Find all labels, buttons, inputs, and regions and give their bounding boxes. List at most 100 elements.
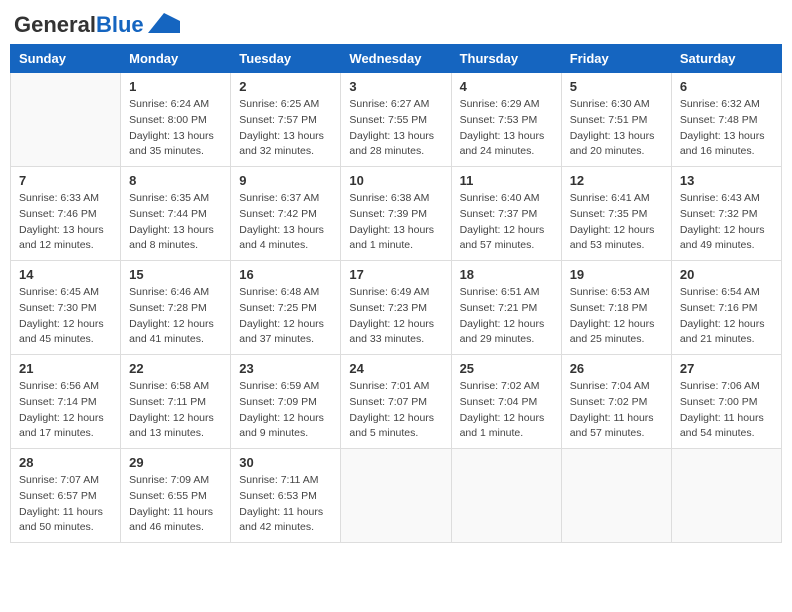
day-cell: 29Sunrise: 7:09 AMSunset: 6:55 PMDayligh… <box>121 449 231 543</box>
day-number: 14 <box>19 267 112 282</box>
day-info: Sunrise: 7:11 AMSunset: 6:53 PMDaylight:… <box>239 473 332 536</box>
day-info: Sunrise: 6:24 AMSunset: 8:00 PMDaylight:… <box>129 97 222 160</box>
day-info: Sunrise: 6:32 AMSunset: 7:48 PMDaylight:… <box>680 97 773 160</box>
week-row-3: 14 Sunrise: 6:45 AMSunset: 7:30 PMDayligh… <box>11 261 782 355</box>
day-cell: 16 Sunrise: 6:48 AMSunset: 7:25 PMDayligh… <box>231 261 341 355</box>
logo-icon <box>148 13 180 33</box>
day-number: 7 <box>19 173 112 188</box>
weekday-header-sunday: Sunday <box>11 45 121 73</box>
weekday-header-saturday: Saturday <box>671 45 781 73</box>
day-cell: 11 Sunrise: 6:40 AMSunset: 7:37 PMDayligh… <box>451 167 561 261</box>
day-number: 2 <box>239 79 332 94</box>
day-info: Sunrise: 6:53 AMSunset: 7:18 PMDaylight:… <box>570 285 663 348</box>
day-info: Sunrise: 6:40 AMSunset: 7:37 PMDaylight:… <box>460 191 553 254</box>
day-number: 15 <box>129 267 222 282</box>
weekday-header-friday: Friday <box>561 45 671 73</box>
week-row-4: 21 Sunrise: 6:56 AMSunset: 7:14 PMDayligh… <box>11 355 782 449</box>
day-cell: 25Sunrise: 7:02 AMSunset: 7:04 PMDayligh… <box>451 355 561 449</box>
weekday-header-row: SundayMondayTuesdayWednesdayThursdayFrid… <box>11 45 782 73</box>
day-cell: 6 Sunrise: 6:32 AMSunset: 7:48 PMDaylight… <box>671 73 781 167</box>
day-info: Sunrise: 6:48 AMSunset: 7:25 PMDaylight:… <box>239 285 332 348</box>
day-number: 11 <box>460 173 553 188</box>
day-number: 23 <box>239 361 332 376</box>
day-cell: 1Sunrise: 6:24 AMSunset: 8:00 PMDaylight… <box>121 73 231 167</box>
day-number: 10 <box>349 173 442 188</box>
day-cell <box>451 449 561 543</box>
day-number: 27 <box>680 361 773 376</box>
day-cell: 17 Sunrise: 6:49 AMSunset: 7:23 PMDayligh… <box>341 261 451 355</box>
day-number: 25 <box>460 361 553 376</box>
day-info: Sunrise: 6:37 AMSunset: 7:42 PMDaylight:… <box>239 191 332 254</box>
logo-text: GeneralBlue <box>14 14 144 36</box>
day-info: Sunrise: 6:38 AMSunset: 7:39 PMDaylight:… <box>349 191 442 254</box>
day-cell: 7 Sunrise: 6:33 AMSunset: 7:46 PMDaylight… <box>11 167 121 261</box>
day-info: Sunrise: 6:29 AMSunset: 7:53 PMDaylight:… <box>460 97 553 160</box>
day-number: 21 <box>19 361 112 376</box>
day-number: 29 <box>129 455 222 470</box>
weekday-header-thursday: Thursday <box>451 45 561 73</box>
day-number: 22 <box>129 361 222 376</box>
day-info: Sunrise: 6:58 AMSunset: 7:11 PMDaylight:… <box>129 379 222 442</box>
day-cell: 13 Sunrise: 6:43 AMSunset: 7:32 PMDayligh… <box>671 167 781 261</box>
day-cell: 30 Sunrise: 7:11 AMSunset: 6:53 PMDayligh… <box>231 449 341 543</box>
day-number: 18 <box>460 267 553 282</box>
day-cell: 8 Sunrise: 6:35 AMSunset: 7:44 PMDaylight… <box>121 167 231 261</box>
day-number: 30 <box>239 455 332 470</box>
day-cell: 23Sunrise: 6:59 AMSunset: 7:09 PMDayligh… <box>231 355 341 449</box>
day-number: 13 <box>680 173 773 188</box>
week-row-2: 7 Sunrise: 6:33 AMSunset: 7:46 PMDaylight… <box>11 167 782 261</box>
day-cell: 19 Sunrise: 6:53 AMSunset: 7:18 PMDayligh… <box>561 261 671 355</box>
day-info: Sunrise: 6:35 AMSunset: 7:44 PMDaylight:… <box>129 191 222 254</box>
day-cell <box>11 73 121 167</box>
day-number: 28 <box>19 455 112 470</box>
day-number: 3 <box>349 79 442 94</box>
day-cell: 22 Sunrise: 6:58 AMSunset: 7:11 PMDayligh… <box>121 355 231 449</box>
day-number: 16 <box>239 267 332 282</box>
day-info: Sunrise: 6:54 AMSunset: 7:16 PMDaylight:… <box>680 285 773 348</box>
day-cell: 5 Sunrise: 6:30 AMSunset: 7:51 PMDaylight… <box>561 73 671 167</box>
day-cell: 24 Sunrise: 7:01 AMSunset: 7:07 PMDayligh… <box>341 355 451 449</box>
header: GeneralBlue <box>10 10 782 36</box>
day-number: 20 <box>680 267 773 282</box>
day-number: 12 <box>570 173 663 188</box>
day-cell: 14 Sunrise: 6:45 AMSunset: 7:30 PMDayligh… <box>11 261 121 355</box>
weekday-header-tuesday: Tuesday <box>231 45 341 73</box>
day-number: 19 <box>570 267 663 282</box>
weekday-header-wednesday: Wednesday <box>341 45 451 73</box>
day-number: 26 <box>570 361 663 376</box>
day-number: 5 <box>570 79 663 94</box>
day-info: Sunrise: 6:56 AMSunset: 7:14 PMDaylight:… <box>19 379 112 442</box>
week-row-1: 1Sunrise: 6:24 AMSunset: 8:00 PMDaylight… <box>11 73 782 167</box>
day-info: Sunrise: 6:51 AMSunset: 7:21 PMDaylight:… <box>460 285 553 348</box>
day-cell: 27Sunrise: 7:06 AMSunset: 7:00 PMDayligh… <box>671 355 781 449</box>
day-info: Sunrise: 6:33 AMSunset: 7:46 PMDaylight:… <box>19 191 112 254</box>
day-info: Sunrise: 6:27 AMSunset: 7:55 PMDaylight:… <box>349 97 442 160</box>
day-cell: 3 Sunrise: 6:27 AMSunset: 7:55 PMDaylight… <box>341 73 451 167</box>
calendar-table: SundayMondayTuesdayWednesdayThursdayFrid… <box>10 44 782 543</box>
day-info: Sunrise: 6:30 AMSunset: 7:51 PMDaylight:… <box>570 97 663 160</box>
weekday-header-monday: Monday <box>121 45 231 73</box>
day-info: Sunrise: 7:07 AMSunset: 6:57 PMDaylight:… <box>19 473 112 536</box>
day-info: Sunrise: 6:49 AMSunset: 7:23 PMDaylight:… <box>349 285 442 348</box>
day-cell: 4 Sunrise: 6:29 AMSunset: 7:53 PMDaylight… <box>451 73 561 167</box>
logo: GeneralBlue <box>14 14 180 36</box>
day-cell <box>341 449 451 543</box>
day-info: Sunrise: 6:45 AMSunset: 7:30 PMDaylight:… <box>19 285 112 348</box>
day-cell: 20 Sunrise: 6:54 AMSunset: 7:16 PMDayligh… <box>671 261 781 355</box>
day-info: Sunrise: 7:04 AMSunset: 7:02 PMDaylight:… <box>570 379 663 442</box>
day-cell: 21 Sunrise: 6:56 AMSunset: 7:14 PMDayligh… <box>11 355 121 449</box>
day-info: Sunrise: 7:01 AMSunset: 7:07 PMDaylight:… <box>349 379 442 442</box>
day-number: 17 <box>349 267 442 282</box>
day-number: 9 <box>239 173 332 188</box>
day-info: Sunrise: 6:43 AMSunset: 7:32 PMDaylight:… <box>680 191 773 254</box>
day-cell: 12Sunrise: 6:41 AMSunset: 7:35 PMDayligh… <box>561 167 671 261</box>
day-number: 6 <box>680 79 773 94</box>
day-number: 24 <box>349 361 442 376</box>
day-cell: 18 Sunrise: 6:51 AMSunset: 7:21 PMDayligh… <box>451 261 561 355</box>
day-cell <box>561 449 671 543</box>
day-cell: 15Sunrise: 6:46 AMSunset: 7:28 PMDayligh… <box>121 261 231 355</box>
day-number: 8 <box>129 173 222 188</box>
day-cell: 26 Sunrise: 7:04 AMSunset: 7:02 PMDayligh… <box>561 355 671 449</box>
day-cell: 9 Sunrise: 6:37 AMSunset: 7:42 PMDaylight… <box>231 167 341 261</box>
day-number: 4 <box>460 79 553 94</box>
